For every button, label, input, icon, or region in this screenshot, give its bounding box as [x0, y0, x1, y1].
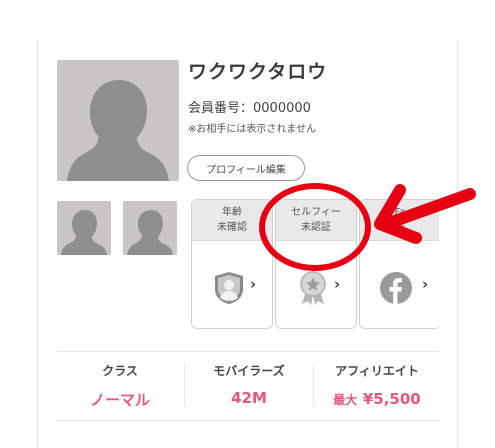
stat-separator: [313, 364, 314, 406]
user-name: ワクワクタロウ: [188, 61, 328, 83]
stat-label-affiliate: アフィリエイト: [335, 364, 419, 378]
silhouette-icon: [57, 201, 111, 255]
stat-value-affiliate[interactable]: 最大 ¥5,500: [322, 389, 432, 408]
photo-thumbnail[interactable]: [123, 201, 177, 255]
stat-label-mobilers: モバイラーズ: [213, 364, 285, 378]
medal-star-icon: [300, 271, 326, 305]
silhouette-icon: [123, 201, 177, 255]
stat-separator: [184, 364, 185, 406]
chevron-right-icon: ›: [334, 275, 341, 293]
stat-value-amount: ¥5,500: [362, 390, 421, 408]
divider: [57, 420, 439, 421]
stat-value-prefix: 最大: [333, 393, 358, 407]
shield-user-icon: [215, 272, 243, 304]
stat-label-class: クラス: [102, 364, 138, 378]
avatar[interactable]: [57, 60, 179, 181]
stat-value-mobilers[interactable]: 42M: [194, 389, 304, 407]
silhouette-icon: [57, 60, 179, 181]
facebook-icon: [380, 272, 412, 304]
photo-thumbnail[interactable]: [57, 201, 111, 255]
chevron-right-icon: ›: [250, 275, 257, 293]
divider: [57, 351, 439, 352]
member-number: 会員番号：0000000: [188, 101, 311, 116]
chevron-right-icon: ›: [422, 275, 429, 293]
private-note: ※お相手には表示されません: [188, 124, 317, 135]
arrow-annotation-icon: [374, 184, 476, 244]
highlight-circle-annotation: [259, 183, 371, 271]
stat-value-class[interactable]: ノーマル: [65, 389, 175, 410]
profile-edit-button[interactable]: プロフィール編集: [187, 155, 305, 181]
